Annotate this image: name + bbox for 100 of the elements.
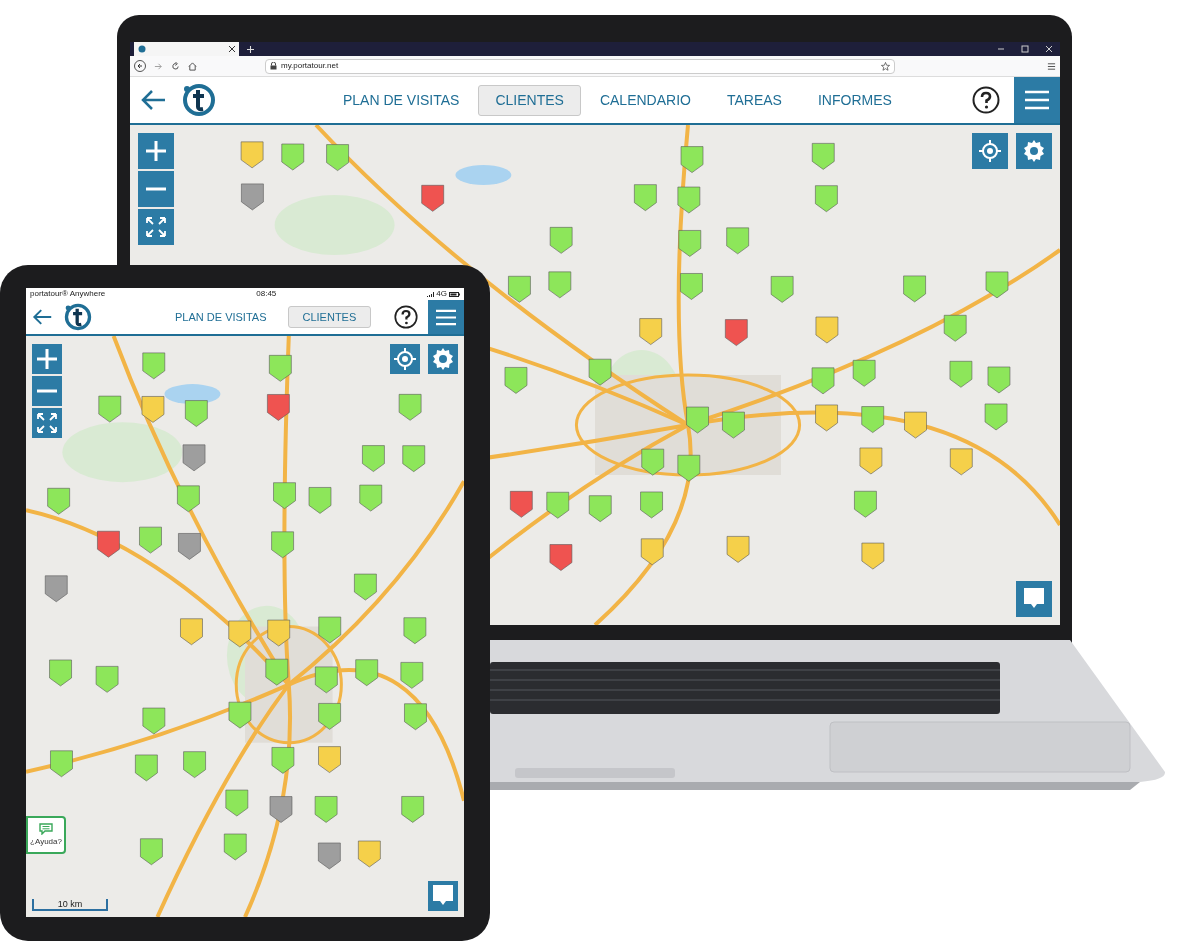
map-pin[interactable] xyxy=(677,186,701,214)
map-pin[interactable] xyxy=(326,144,349,171)
map-pin[interactable] xyxy=(269,796,293,823)
map-pin[interactable] xyxy=(549,227,573,254)
map-pin[interactable] xyxy=(44,575,68,603)
map-pin[interactable] xyxy=(949,361,973,388)
map-pin[interactable] xyxy=(639,318,662,345)
zoom-in-button[interactable] xyxy=(32,344,62,374)
nav-tab[interactable]: CALENDARIO xyxy=(582,84,708,116)
map-pin[interactable] xyxy=(228,620,252,648)
map-pin[interactable] xyxy=(240,141,264,169)
help-icon[interactable] xyxy=(972,86,1000,114)
nav-tab[interactable]: CLIENTES xyxy=(478,84,581,116)
map-pin[interactable] xyxy=(177,485,200,513)
map-pin[interactable] xyxy=(680,273,703,300)
back-icon[interactable] xyxy=(32,308,52,326)
map-pin[interactable] xyxy=(185,400,208,427)
settings-button[interactable] xyxy=(1016,133,1052,169)
map-pin[interactable] xyxy=(588,358,612,386)
map-pin[interactable] xyxy=(588,495,612,522)
map-pin[interactable] xyxy=(984,403,1008,431)
map-pin[interactable] xyxy=(404,703,427,730)
map-pin[interactable] xyxy=(142,352,166,380)
map-pin[interactable] xyxy=(640,538,664,566)
locate-button[interactable] xyxy=(972,133,1008,169)
fullscreen-button[interactable] xyxy=(138,209,174,245)
zoom-in-button[interactable] xyxy=(138,133,174,169)
map-pin[interactable] xyxy=(504,367,528,394)
map-pin[interactable] xyxy=(225,789,249,817)
map-pin[interactable] xyxy=(815,404,838,432)
browser-tab[interactable] xyxy=(134,42,239,56)
map-pin[interactable] xyxy=(269,355,292,382)
map-pin[interactable] xyxy=(271,531,294,559)
map-pin[interactable] xyxy=(362,445,385,472)
settings-button[interactable] xyxy=(428,344,458,374)
map-pin[interactable] xyxy=(950,448,973,476)
map-pin[interactable] xyxy=(318,842,341,870)
star-icon[interactable] xyxy=(881,61,890,71)
map-pin[interactable] xyxy=(403,617,427,644)
map-pin[interactable] xyxy=(815,185,838,212)
map-pin[interactable] xyxy=(861,542,885,570)
zoom-out-button[interactable] xyxy=(32,376,62,406)
map-pin[interactable] xyxy=(548,271,572,299)
fullscreen-button[interactable] xyxy=(32,408,62,438)
forward-icon[interactable] xyxy=(154,61,163,71)
comment-button[interactable] xyxy=(428,881,458,911)
menu-button[interactable] xyxy=(1014,77,1060,123)
map-pin[interactable] xyxy=(265,658,289,686)
map-pin[interactable] xyxy=(904,411,927,439)
map-pin[interactable] xyxy=(943,315,967,342)
plus-icon[interactable] xyxy=(247,45,254,53)
map-pin[interactable] xyxy=(859,447,883,475)
map-pin[interactable] xyxy=(178,533,201,560)
map-pin[interactable] xyxy=(985,271,1009,299)
map-pin[interactable] xyxy=(98,395,122,423)
map-pin[interactable] xyxy=(273,482,296,509)
address-bar[interactable]: my.portatour.net xyxy=(265,58,895,74)
map-pin[interactable] xyxy=(183,751,206,778)
nav-tab[interactable]: PLAN DE VISITAS xyxy=(160,305,282,329)
map-pin[interactable] xyxy=(546,491,570,519)
map-pin[interactable] xyxy=(686,406,709,434)
map-pin[interactable] xyxy=(318,746,341,773)
nav-tab[interactable]: INFORMES xyxy=(800,84,909,116)
map-pin[interactable] xyxy=(315,666,338,694)
map-pin[interactable] xyxy=(180,618,203,645)
menu-icon[interactable] xyxy=(1047,61,1056,71)
map-pin[interactable] xyxy=(678,230,702,257)
map-pin[interactable] xyxy=(47,488,70,515)
map-pin[interactable] xyxy=(987,366,1011,394)
reload-icon[interactable] xyxy=(171,61,180,71)
map-pin[interactable] xyxy=(903,275,926,303)
map-pin[interactable] xyxy=(308,487,332,514)
help-icon[interactable] xyxy=(394,305,418,329)
map-pin[interactable] xyxy=(549,544,573,571)
map-pin[interactable] xyxy=(861,406,884,433)
map-pin[interactable] xyxy=(400,662,424,689)
map-pin[interactable] xyxy=(811,143,835,170)
map-pin[interactable] xyxy=(641,448,665,476)
menu-button[interactable] xyxy=(428,300,464,334)
nav-tab[interactable]: PLAN DE VISITAS xyxy=(326,84,477,116)
map-pin[interactable] xyxy=(811,367,835,395)
map-pin[interactable] xyxy=(141,396,165,423)
map-pin[interactable] xyxy=(223,833,247,861)
map-pin[interactable] xyxy=(135,754,158,782)
map-pin[interactable] xyxy=(318,703,341,730)
map-pin[interactable] xyxy=(401,796,425,823)
map-pin[interactable] xyxy=(49,659,72,687)
map-pin[interactable] xyxy=(815,316,839,344)
map-pin[interactable] xyxy=(680,146,704,173)
map-pin[interactable] xyxy=(97,530,120,558)
map-pin[interactable] xyxy=(50,750,73,778)
map-pin[interactable] xyxy=(354,573,377,601)
map-pin[interactable] xyxy=(634,184,657,211)
map-pin[interactable] xyxy=(355,659,378,686)
map-pin[interactable] xyxy=(314,796,338,823)
map-pin[interactable] xyxy=(241,183,264,211)
map-pin[interactable] xyxy=(228,701,252,729)
map-pin[interactable] xyxy=(95,666,119,693)
map-pin[interactable] xyxy=(142,707,166,735)
map-pin[interactable] xyxy=(770,276,794,303)
